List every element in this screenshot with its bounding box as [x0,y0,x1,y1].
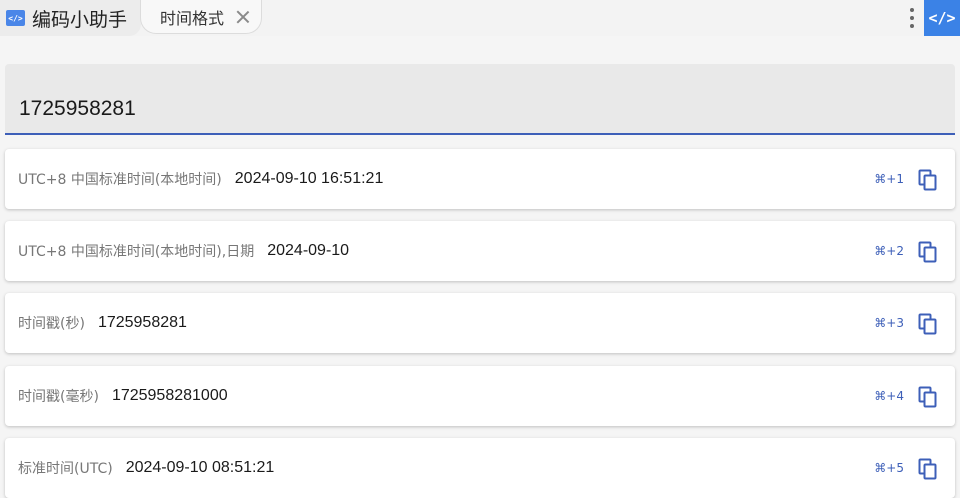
result-value: 1725958281 [97,314,187,331]
result-row[interactable]: 时间戳(毫秒) 1725958281000 ⌘+4 [5,366,955,426]
result-label: 时间戳(毫秒) [18,389,99,405]
timestamp-input-field[interactable] [5,64,955,135]
shortcut-hint: ⌘+3 [874,316,904,330]
result-value: 2024-09-10 16:51:21 [234,170,384,187]
timestamp-input[interactable] [19,94,919,124]
shortcut-hint: ⌘+2 [874,244,904,258]
result-row[interactable]: UTC+8 中国标准时间(本地时间),日期 2024-09-10 ⌘+2 [5,221,955,281]
tab-time-format[interactable]: 时间格式 [140,0,263,34]
result-label: 标准时间(UTC) [18,461,113,477]
result-label: UTC+8 中国标准时间(本地时间) [18,172,222,188]
app-logo-icon: </> [6,10,25,26]
top-bar: </> 编码小助手 时间格式 </> [0,0,960,36]
copy-icon[interactable] [918,458,938,480]
app-tab[interactable]: </> 编码小助手 [0,0,142,36]
app-title: 编码小助手 [32,8,128,31]
result-row[interactable]: 标准时间(UTC) 2024-09-10 08:51:21 ⌘+5 [5,438,955,498]
result-label: 时间戳(秒) [18,316,85,332]
shortcut-hint: ⌘+1 [874,172,904,186]
shortcut-hint: ⌘+5 [874,461,904,475]
result-value: 2024-09-10 08:51:21 [125,459,275,476]
copy-icon[interactable] [918,313,938,335]
copy-icon[interactable] [918,386,938,408]
result-value: 1725958281000 [111,387,228,404]
more-vertical-icon[interactable] [905,0,919,36]
copy-icon[interactable] [918,241,938,263]
result-label: UTC+8 中国标准时间(本地时间),日期 [18,244,255,260]
result-row[interactable]: 时间戳(秒) 1725958281 ⌘+3 [5,293,955,353]
copy-icon[interactable] [918,169,938,191]
tab-label: 时间格式 [160,8,225,28]
shortcut-hint: ⌘+4 [874,389,904,403]
result-row[interactable]: UTC+8 中国标准时间(本地时间) 2024-09-10 16:51:21 ⌘… [5,149,955,209]
code-button[interactable]: </> [924,0,960,36]
close-icon[interactable] [235,9,251,25]
result-value: 2024-09-10 [267,242,350,259]
